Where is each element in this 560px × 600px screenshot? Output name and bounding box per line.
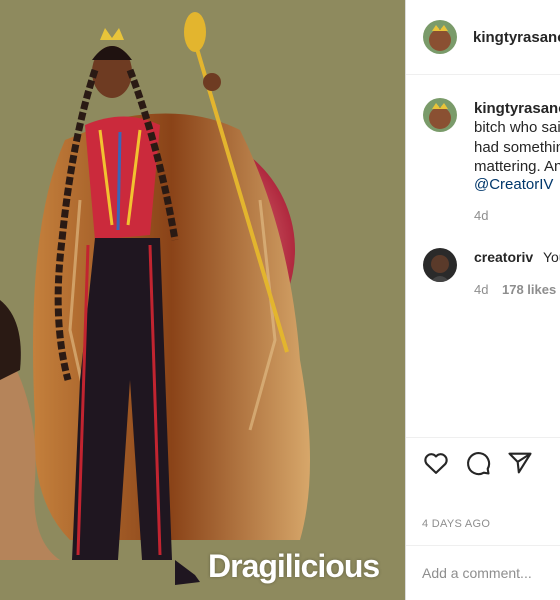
watermark: Dragilicious (208, 548, 380, 584)
caption-avatar[interactable] (423, 98, 457, 132)
caption-line: had somethin (474, 138, 560, 156)
header-username[interactable]: kingtyrasanc (473, 29, 560, 46)
divider (406, 437, 560, 438)
comment-likes[interactable]: 178 likes (502, 282, 556, 297)
heart-icon[interactable] (422, 449, 450, 477)
post-image[interactable]: Dragilicious (0, 0, 405, 600)
mention-link[interactable]: @CreatorIV (474, 176, 553, 193)
post-header: kingtyrasanc (406, 0, 560, 75)
avatar[interactable] (423, 20, 457, 54)
share-icon[interactable] (506, 449, 534, 477)
caption-age[interactable]: 4d (474, 208, 488, 223)
post-sidebar: kingtyrasanc kingtyrasanc bitch who sai … (405, 0, 560, 600)
post-date: 4 DAYS AGO (422, 518, 491, 530)
caption-line: bitch who sai (474, 119, 560, 136)
staff-head (184, 12, 206, 52)
divider (406, 545, 560, 546)
comment-age[interactable]: 4d (474, 282, 488, 297)
comment-text: You (543, 249, 560, 265)
commenter-username[interactable]: creatoriv (474, 249, 533, 265)
add-comment-input[interactable]: Add a comment... (422, 565, 532, 581)
commenter-avatar[interactable] (423, 248, 457, 282)
caption-text: bitch who sai had somethin mattering. An (474, 118, 560, 177)
caption-username[interactable]: kingtyrasanc (474, 100, 560, 117)
comment-icon[interactable] (464, 449, 492, 477)
illustration (0, 12, 310, 585)
caption-line: mattering. An (474, 158, 560, 175)
crown (100, 28, 124, 40)
